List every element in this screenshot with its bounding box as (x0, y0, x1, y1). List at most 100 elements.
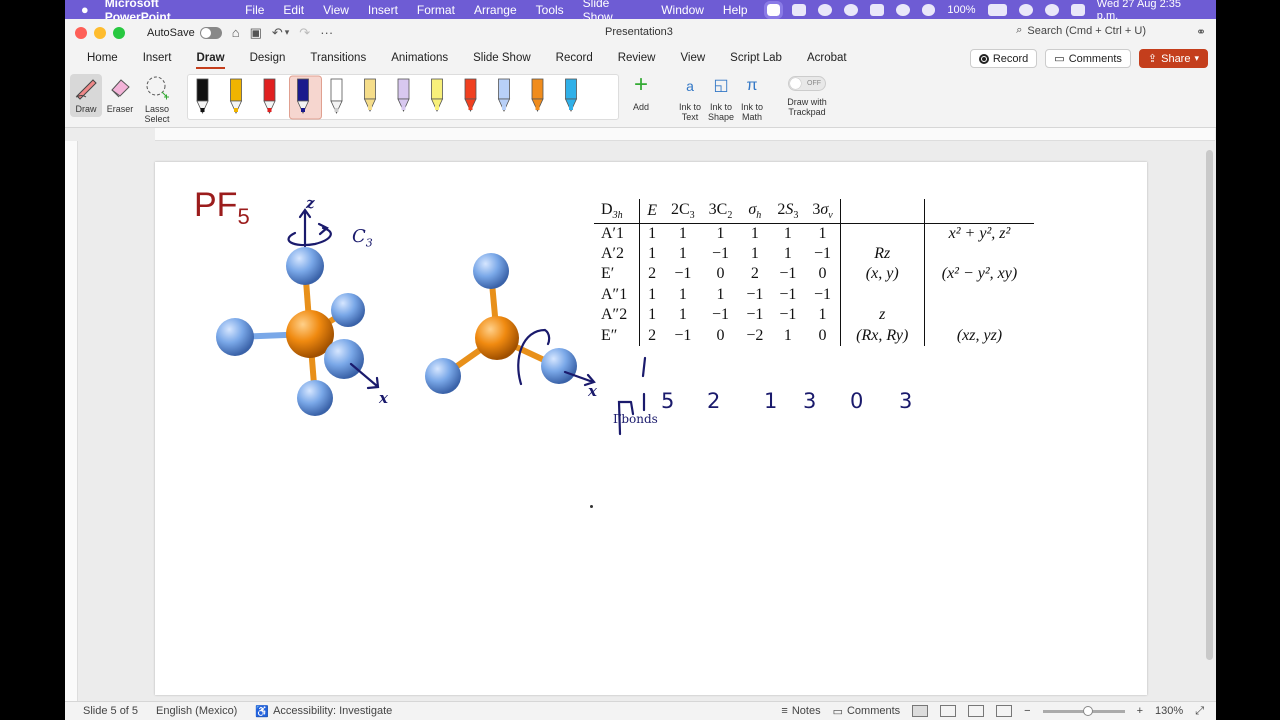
status-app-icon[interactable] (792, 3, 807, 16)
character-cell: 1 (716, 224, 725, 242)
minimize-window-button[interactable] (94, 26, 106, 39)
highlighter-8-button[interactable] (430, 78, 444, 112)
horizontal-ruler[interactable] (155, 128, 1215, 141)
battery-icon[interactable] (987, 3, 1008, 16)
pf5-molecule-side-view[interactable] (425, 253, 577, 394)
tab-transitions[interactable]: Transitions (310, 49, 366, 67)
slide-sorter-button[interactable] (940, 705, 957, 717)
zoom-in-button[interactable]: + (1137, 705, 1143, 717)
notes-icon[interactable]: ≡ (781, 705, 787, 717)
comments-icon[interactable]: ▭ (833, 705, 843, 718)
highlighter-9-button[interactable] (464, 78, 477, 112)
menu-arrange[interactable]: Arrange (474, 3, 517, 17)
highlighter-11-button[interactable] (531, 78, 544, 112)
d3h-character-table[interactable]: D3h E 2C3 3C2 σh 2S3 3σv A′1 1 1 1 1 1 1 x² + y… (594, 199, 1035, 346)
language-indicator[interactable]: English (Mexico) (156, 705, 237, 717)
tab-acrobat[interactable]: Acrobat (807, 49, 847, 67)
tab-view[interactable]: View (680, 49, 705, 67)
vertical-ruler[interactable] (65, 141, 78, 701)
tab-home[interactable]: Home (87, 49, 118, 67)
control-center-icon[interactable] (1070, 3, 1085, 16)
collaborate-icon[interactable]: ⚭ (1196, 25, 1206, 39)
menu-file[interactable]: File (245, 3, 264, 17)
pen-2-button[interactable] (229, 78, 243, 114)
slide-show-button[interactable] (996, 705, 1013, 717)
notes-button[interactable]: Notes (792, 705, 821, 717)
creative-cloud-icon[interactable] (818, 3, 833, 16)
more-commands-icon[interactable]: ··· (320, 25, 333, 40)
undo-dropdown-chevron-icon[interactable]: ▾ (285, 27, 290, 38)
ink-to-shape-button[interactable]: ◱ Ink to Shape (705, 74, 737, 122)
zoom-out-button[interactable]: − (1024, 705, 1030, 717)
comments-button[interactable]: ▭ Comments (1045, 49, 1131, 68)
character-cell: −1 (711, 306, 730, 324)
accessibility-icon[interactable]: ♿ (255, 705, 269, 718)
tab-script-lab[interactable]: Script Lab (730, 49, 782, 67)
screen-share-icon[interactable] (763, 0, 784, 19)
menu-insert[interactable]: Insert (368, 3, 398, 17)
slide-canvas[interactable]: PF5 z C3 x x Γbonds 5 2 1 3 0 3 D3h E 2C… (155, 162, 1147, 695)
moon-icon[interactable] (895, 3, 910, 16)
search-box[interactable]: ⌕ Search (Cmd + Ctrl + U) (1016, 24, 1146, 37)
draw-tool-button[interactable]: Draw (70, 74, 102, 117)
menu-format[interactable]: Format (417, 3, 455, 17)
tab-design[interactable]: Design (250, 49, 286, 67)
trackpad-toggle[interactable]: OFF (788, 76, 826, 91)
close-window-button[interactable] (75, 26, 87, 39)
pf5-molecule-3d[interactable] (216, 247, 365, 416)
highlighter-10-button[interactable] (497, 78, 511, 112)
redo-icon[interactable]: ↷ (299, 25, 310, 41)
menu-help[interactable]: Help (723, 3, 748, 17)
pen-4-button[interactable] (289, 75, 322, 120)
highlighter-7-button[interactable] (397, 78, 410, 112)
record-button[interactable]: Record (969, 49, 1038, 68)
undo-icon[interactable]: ↶ (272, 25, 283, 41)
status-comments-button[interactable]: Comments (847, 705, 900, 717)
reading-view-button[interactable] (968, 705, 985, 717)
lasso-select-button[interactable]: Lasso Select (139, 74, 175, 124)
normal-view-button[interactable] (912, 705, 929, 717)
autosave: AutoSave (147, 26, 222, 39)
eraser-button[interactable]: Eraser (105, 74, 135, 114)
menu-tools[interactable]: Tools (536, 3, 564, 17)
cloud-icon[interactable] (844, 3, 858, 16)
ink-shape-label-1: Ink to (709, 102, 732, 112)
wifi-icon[interactable] (1019, 3, 1034, 16)
tab-slide-show[interactable]: Slide Show (473, 49, 531, 67)
tab-review[interactable]: Review (618, 49, 656, 67)
irrep-label: A′2 (594, 243, 641, 264)
character-cell: 1 (818, 224, 827, 242)
autosave-toggle[interactable] (199, 26, 222, 39)
save-icon[interactable]: ▣ (250, 25, 262, 41)
ink-to-text-button[interactable]: a Ink to Text (675, 74, 705, 122)
zoom-window-button[interactable] (113, 26, 125, 39)
highlighter-6-button[interactable] (363, 78, 377, 112)
arc-icon[interactable] (869, 3, 884, 16)
ink-to-math-button[interactable]: π Ink to Math (737, 74, 767, 122)
add-pen-button[interactable]: + Add (625, 73, 657, 113)
pen-5-button[interactable] (330, 78, 343, 114)
accessibility-status[interactable]: Accessibility: Investigate (273, 705, 392, 717)
character-cell: 1 (818, 306, 827, 324)
menu-window[interactable]: Window (661, 3, 704, 17)
play-icon[interactable] (921, 3, 936, 16)
tab-draw[interactable]: Draw (196, 49, 225, 69)
zoom-level[interactable]: 130% (1155, 705, 1183, 717)
zoom-slider-thumb[interactable] (1082, 705, 1093, 716)
pen-3-button[interactable] (263, 78, 276, 114)
tab-insert[interactable]: Insert (143, 49, 172, 67)
spotlight-search-icon[interactable] (1045, 3, 1059, 16)
zoom-slider[interactable] (1042, 705, 1125, 716)
menu-view[interactable]: View (323, 3, 349, 17)
tab-record[interactable]: Record (556, 49, 593, 67)
fit-to-window-icon[interactable]: ⤢ (1195, 705, 1204, 718)
share-button[interactable]: ⇪ Share ▾ (1138, 49, 1208, 68)
ink-count-3c2: 1 (764, 389, 778, 413)
home-icon[interactable]: ⌂ (232, 25, 240, 40)
menu-edit[interactable]: Edit (283, 3, 304, 17)
tab-animations[interactable]: Animations (391, 49, 448, 67)
vertical-scrollbar[interactable] (1206, 150, 1213, 660)
highlighter-12-button[interactable] (564, 78, 578, 112)
apple-menu-icon[interactable]: ● (65, 2, 105, 17)
pen-1-button[interactable] (196, 78, 209, 114)
